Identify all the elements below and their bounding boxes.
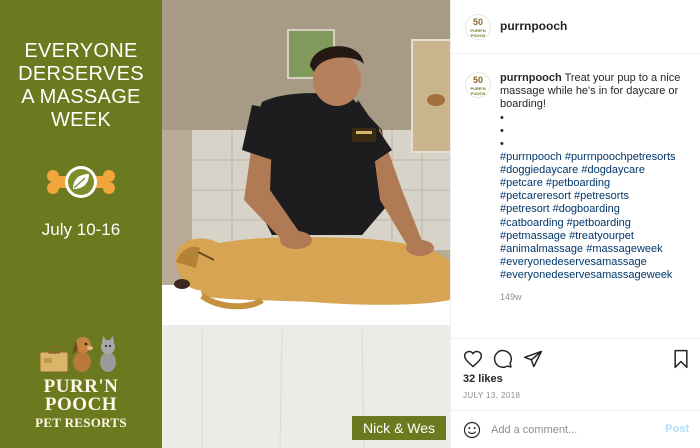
promo-panel: EVERYONE DERSERVES A MASSAGE WEEK July 1…	[0, 0, 162, 448]
avatar-number: 50	[472, 17, 483, 27]
bookmark-icon[interactable]	[671, 349, 691, 369]
headline-line: DERSERVES	[18, 63, 144, 85]
avatar-number: 50	[472, 75, 483, 85]
hashtag-line[interactable]: #everyonedeservesamassage	[500, 256, 690, 269]
time-ago[interactable]: 149w	[500, 292, 522, 302]
header-username[interactable]: purrnpooch	[500, 19, 567, 33]
brand-line: PET RESORTS	[35, 415, 127, 430]
hashtag-list: #purrnpooch #purrnpoochpetresorts #doggi…	[500, 151, 690, 283]
bone-leaf-icon	[47, 166, 115, 198]
action-bar	[451, 338, 700, 378]
hashtag-line[interactable]: #petmassage #treatyourpet	[500, 230, 690, 243]
promo-date: July 10-16	[41, 220, 121, 239]
post-comment-button[interactable]: Post	[665, 423, 689, 435]
avatar[interactable]: 50 PURR'N POOCH	[465, 14, 491, 40]
brand-line: POOCH	[44, 394, 118, 415]
caption-username[interactable]: purrnpooch	[500, 72, 562, 84]
comment-input[interactable]	[491, 420, 651, 440]
post-date: JULY 13, 2018	[463, 391, 521, 400]
dog-cat-logo-icon	[39, 336, 116, 373]
share-icon[interactable]	[523, 349, 543, 369]
caption-avatar[interactable]: 50 PURR'N POOCH	[465, 72, 491, 98]
caption-bullet: •	[500, 111, 504, 124]
hashtag-line[interactable]: #everyonedeservesamassageweek	[500, 269, 690, 282]
caption-bullet: •	[500, 124, 504, 137]
hashtag-line[interactable]: #catboarding #petboarding	[500, 217, 690, 230]
hashtag-line[interactable]: #purrnpooch #purrnpoochpetresorts	[500, 151, 690, 164]
post-header: 50 PURR'N POOCH purrnpooch	[451, 0, 700, 54]
post-panel: 50 PURR'N POOCH purrnpooch 50 PURR'N POO…	[450, 0, 700, 448]
hashtag-line[interactable]: #petresort #dogboarding	[500, 203, 690, 216]
avatar-name: PURR'N POOCH	[470, 86, 486, 96]
heart-icon[interactable]	[463, 349, 483, 369]
headline-line: WEEK	[50, 109, 112, 131]
comment-bar: Post	[451, 410, 700, 448]
caption-bullet: •	[500, 137, 504, 150]
hashtag-line[interactable]: #animalmassage #massageweek	[500, 243, 690, 256]
comment-icon[interactable]	[493, 349, 513, 369]
emoji-icon[interactable]	[463, 421, 481, 439]
massage-photo-illustration	[162, 0, 450, 448]
likes-count[interactable]: 32 likes	[463, 373, 503, 385]
hashtag-line[interactable]: #petcare #petboarding	[500, 177, 690, 190]
brand-wordmark: PURR'N POOCH PET RESORTS	[0, 377, 162, 432]
hashtag-line[interactable]: #petcareresort #petresorts	[500, 190, 690, 203]
headline-line: EVERYONE	[24, 40, 138, 62]
promo-headline: EVERYONE DERSERVES A MASSAGE WEEK	[6, 40, 156, 132]
name-tag: Nick & Wes	[352, 416, 446, 440]
post-caption: purrnpooch Treat your pup to a nice mass…	[500, 72, 690, 283]
post-photo: Nick & Wes	[162, 0, 450, 448]
hashtag-line[interactable]: #doggiedaycare #dogdaycare	[500, 164, 690, 177]
headline-line: A MASSAGE	[21, 86, 141, 108]
avatar-name: PURR'N POOCH	[470, 28, 486, 38]
